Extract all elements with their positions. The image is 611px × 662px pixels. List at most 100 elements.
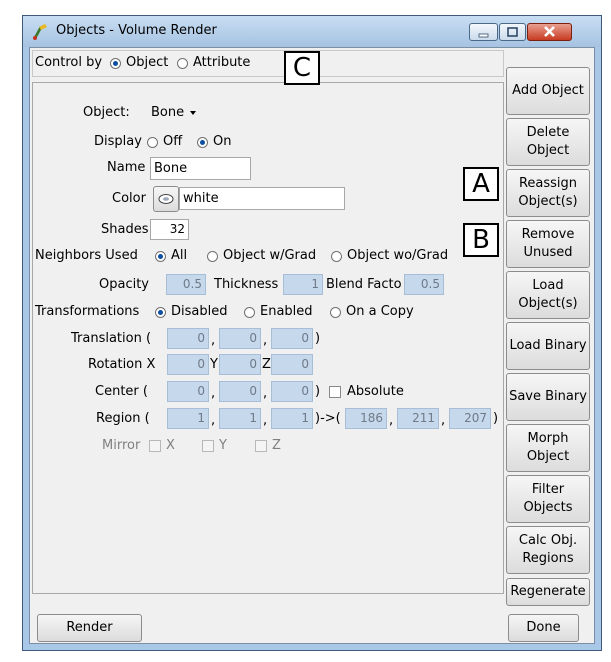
absolute-label: Absolute bbox=[347, 384, 404, 399]
neighbors-object-wograd-label: Object wo/Grad bbox=[347, 248, 449, 263]
transform-enabled-label: Enabled bbox=[260, 304, 313, 319]
control-by-label: Control by bbox=[35, 55, 103, 70]
delete-object-button[interactable]: Delete Object bbox=[506, 118, 590, 166]
region-from-x-input[interactable]: 1 bbox=[167, 408, 209, 429]
translation-z-input[interactable]: 0 bbox=[271, 328, 313, 349]
control-by-attribute-radio[interactable] bbox=[177, 58, 188, 69]
regenerate-button[interactable]: Regenerate bbox=[506, 578, 590, 606]
color-input[interactable]: white bbox=[179, 187, 345, 210]
save-binary-button[interactable]: Save Binary bbox=[506, 373, 590, 421]
absolute-checkbox[interactable] bbox=[329, 386, 341, 398]
transform-on-a-copy-label: On a Copy bbox=[346, 304, 414, 319]
window-title: Objects - Volume Render bbox=[56, 23, 217, 38]
translation-y-input[interactable]: 0 bbox=[219, 328, 261, 349]
name-input[interactable]: Bone bbox=[150, 157, 251, 180]
translation-sep-2: , bbox=[263, 333, 268, 348]
neighbors-object-wograd-radio[interactable] bbox=[331, 251, 342, 262]
close-button[interactable] bbox=[527, 23, 572, 41]
region-close: ) bbox=[493, 411, 499, 426]
objects-window: Objects - Volume Render Control by Objec… bbox=[22, 15, 602, 651]
object-dropdown[interactable]: Bone bbox=[151, 105, 197, 121]
neighbors-all-label: All bbox=[171, 248, 188, 263]
center-label: Center ( bbox=[95, 384, 148, 399]
center-close: ) bbox=[315, 384, 321, 399]
opacity-label: Opacity bbox=[99, 277, 150, 292]
neighbors-object-wgrad-radio[interactable] bbox=[207, 251, 218, 262]
center-z-input[interactable]: 0 bbox=[271, 381, 313, 402]
rotation-y-label: Y bbox=[210, 357, 218, 372]
rotation-z-label: Z bbox=[262, 357, 271, 372]
transform-enabled-radio[interactable] bbox=[244, 307, 255, 318]
translation-close: ) bbox=[315, 331, 321, 346]
control-by-object-radio[interactable] bbox=[110, 58, 121, 69]
object-value: Bone bbox=[151, 105, 185, 120]
color-picker-button[interactable] bbox=[153, 186, 179, 212]
palette-icon bbox=[158, 194, 174, 204]
minimize-icon bbox=[478, 33, 489, 38]
mirror-y-checkbox[interactable] bbox=[202, 440, 214, 452]
display-on-radio[interactable] bbox=[197, 137, 208, 148]
center-x-input[interactable]: 0 bbox=[167, 381, 209, 402]
rotation-y-input[interactable]: 0 bbox=[219, 354, 261, 375]
region-label: Region ( bbox=[96, 411, 150, 426]
mirror-x-label: X bbox=[166, 438, 175, 453]
rotation-x-input[interactable]: 0 bbox=[167, 354, 209, 375]
thickness-input[interactable]: 1 bbox=[283, 274, 323, 295]
display-off-radio[interactable] bbox=[147, 137, 158, 148]
shades-input[interactable]: 32 bbox=[150, 219, 189, 240]
neighbors-all-radio[interactable] bbox=[155, 251, 166, 262]
mirror-z-label: Z bbox=[272, 438, 281, 453]
center-sep-2: , bbox=[263, 386, 268, 401]
thickness-label: Thickness bbox=[214, 277, 279, 292]
transform-on-a-copy-radio[interactable] bbox=[330, 307, 341, 318]
region-sep-2: , bbox=[263, 413, 268, 428]
calc-obj-regions-button[interactable]: Calc Obj. Regions bbox=[506, 526, 590, 574]
center-y-input[interactable]: 0 bbox=[219, 381, 261, 402]
load-binary-button[interactable]: Load Binary bbox=[506, 322, 590, 370]
maximize-button[interactable] bbox=[499, 23, 526, 41]
render-button[interactable]: Render bbox=[37, 614, 142, 642]
object-properties-panel: Object: Bone Display Off On Name Bone Co… bbox=[32, 82, 504, 594]
translation-label: Translation ( bbox=[71, 331, 152, 346]
translation-sep-1: , bbox=[211, 333, 216, 348]
transform-disabled-radio[interactable] bbox=[155, 307, 166, 318]
display-on-label: On bbox=[213, 134, 232, 149]
blend-factor-input[interactable]: 0.5 bbox=[404, 274, 444, 295]
region-from-y-input[interactable]: 1 bbox=[219, 408, 261, 429]
name-label: Name bbox=[107, 160, 146, 175]
shades-label: Shades bbox=[101, 222, 149, 237]
region-to-z-input[interactable]: 207 bbox=[449, 408, 491, 429]
filter-objects-button[interactable]: Filter Objects bbox=[506, 475, 590, 523]
transformations-label: Transformations bbox=[35, 304, 140, 319]
client-area: Control by Object Attribute Object: Bone… bbox=[29, 47, 595, 644]
mirror-x-checkbox[interactable] bbox=[149, 440, 161, 452]
title-bar: Objects - Volume Render bbox=[23, 16, 601, 47]
display-label: Display bbox=[94, 134, 142, 149]
display-off-label: Off bbox=[163, 134, 183, 149]
region-from-z-input[interactable]: 1 bbox=[271, 408, 313, 429]
annotation-label-b: B bbox=[463, 223, 499, 257]
region-to-y-input[interactable]: 211 bbox=[397, 408, 439, 429]
transform-disabled-label: Disabled bbox=[171, 304, 228, 319]
morph-object-button[interactable]: Morph Object bbox=[506, 424, 590, 472]
minimize-button[interactable] bbox=[469, 23, 498, 41]
reassign-objects-button[interactable]: Reassign Object(s) bbox=[506, 169, 590, 217]
region-arrow: )->( bbox=[315, 411, 341, 426]
load-objects-button[interactable]: Load Object(s) bbox=[506, 271, 590, 319]
color-label: Color bbox=[112, 191, 146, 206]
add-object-button[interactable]: Add Object bbox=[506, 67, 590, 115]
done-button[interactable]: Done bbox=[508, 614, 579, 642]
region-to-x-input[interactable]: 186 bbox=[345, 408, 387, 429]
control-by-object-label: Object bbox=[126, 55, 169, 70]
neighbors-object-wgrad-label: Object w/Grad bbox=[223, 248, 317, 263]
maximize-icon bbox=[507, 27, 518, 37]
remove-unused-button[interactable]: Remove Unused bbox=[506, 220, 590, 268]
chevron-down-icon bbox=[190, 110, 197, 115]
opacity-input[interactable]: 0.5 bbox=[166, 274, 206, 295]
rotation-z-input[interactable]: 0 bbox=[271, 354, 313, 375]
mirror-z-checkbox[interactable] bbox=[255, 440, 267, 452]
mirror-label: Mirror bbox=[102, 438, 141, 453]
region-sep-3: , bbox=[389, 413, 394, 428]
translation-x-input[interactable]: 0 bbox=[167, 328, 209, 349]
region-sep-1: , bbox=[211, 413, 216, 428]
